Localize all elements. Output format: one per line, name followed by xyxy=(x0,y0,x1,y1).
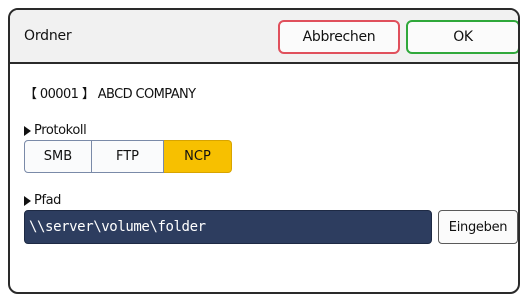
protocol-ftp-button[interactable]: FTP xyxy=(92,140,164,173)
protocol-heading: Protokoll xyxy=(24,123,87,138)
dialog-title: Ordner xyxy=(24,28,72,44)
protocol-ncp-button[interactable]: NCP xyxy=(164,140,232,173)
protocol-smb-button[interactable]: SMB xyxy=(24,140,92,173)
folder-dialog: Ordner Abbrechen OK 【 00001 】 ABCD COMPA… xyxy=(8,8,520,294)
triangle-right-icon xyxy=(24,125,31,136)
dialog-header: Ordner Abbrechen OK xyxy=(10,10,518,64)
ok-button[interactable]: OK xyxy=(406,20,518,54)
protocol-label: Protokoll xyxy=(34,123,87,138)
triangle-right-icon xyxy=(24,195,31,206)
enter-button[interactable]: Eingeben xyxy=(438,210,518,244)
path-input[interactable]: \\server\volume\folder xyxy=(24,210,432,244)
cancel-button[interactable]: Abbrechen xyxy=(278,20,400,54)
path-heading: Pfad xyxy=(24,193,61,208)
destination-name: 【 00001 】 ABCD COMPANY xyxy=(24,87,196,102)
path-label: Pfad xyxy=(34,193,62,208)
